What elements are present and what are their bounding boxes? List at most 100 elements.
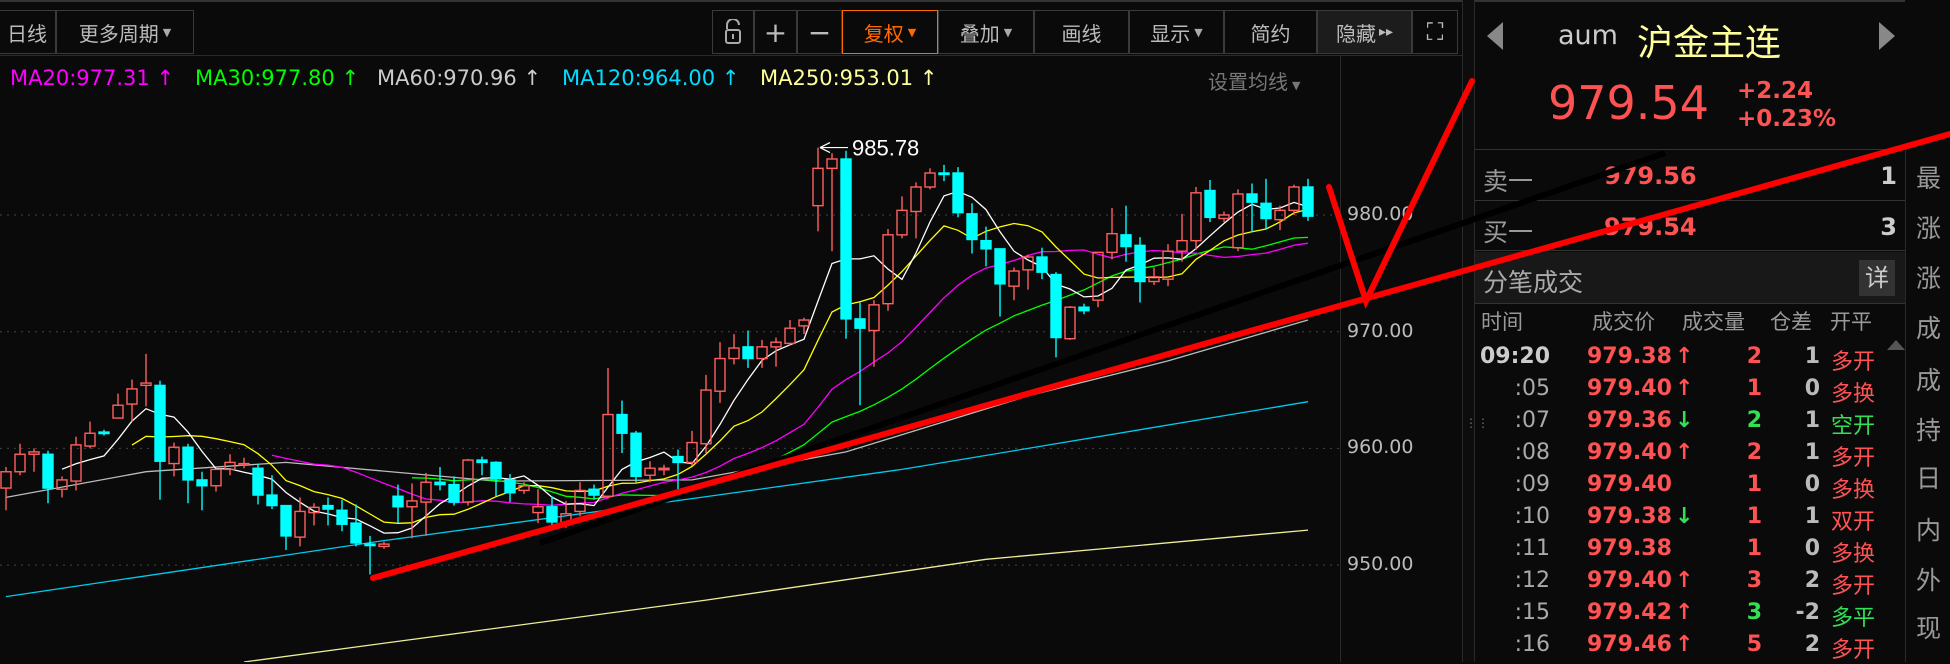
price-change-pct: +0.23% bbox=[1737, 106, 1837, 132]
tick-direction-icon: ↑ bbox=[1675, 344, 1694, 369]
stat-label: 内 bbox=[1916, 516, 1942, 545]
tick-type: 多开 bbox=[1831, 638, 1876, 663]
next-contract-icon[interactable] bbox=[1879, 22, 1895, 50]
candle-down bbox=[1050, 273, 1062, 339]
candle-up bbox=[784, 327, 796, 345]
candle-down bbox=[434, 481, 446, 486]
candle-down bbox=[1260, 202, 1272, 220]
candle-down bbox=[952, 172, 964, 214]
tick-time: :10 bbox=[1514, 504, 1550, 529]
display-dropdown[interactable]: 显示 ▼ bbox=[1129, 10, 1224, 54]
candle-down bbox=[98, 431, 110, 435]
col-open-close: 开平 bbox=[1830, 310, 1872, 334]
candle-up bbox=[812, 167, 824, 207]
tick-volume: 1 bbox=[1746, 376, 1762, 401]
candle-up bbox=[714, 357, 726, 392]
candle-up bbox=[210, 468, 222, 487]
ticks-column-headers: 时间 成交价 成交量 仓差 开平 bbox=[1475, 306, 1905, 336]
display-label: 显示 bbox=[1150, 21, 1191, 46]
adjust-label: 复权 bbox=[863, 21, 904, 46]
tick-type: 空开 bbox=[1831, 414, 1876, 439]
tick-time: :12 bbox=[1514, 568, 1550, 593]
candle-up bbox=[770, 341, 782, 348]
tick-oi-change: 1 bbox=[1804, 344, 1820, 369]
detail-button[interactable]: 详 bbox=[1859, 260, 1895, 296]
candle-down bbox=[616, 413, 628, 434]
candle-up bbox=[826, 158, 838, 170]
ask-row: 卖一 979.56 1 bbox=[1475, 149, 1905, 201]
tick-oi-change: 2 bbox=[1804, 632, 1820, 657]
zoom-out-button[interactable]: − bbox=[797, 10, 842, 54]
bid-price: 979.54 bbox=[1604, 213, 1697, 241]
candle-up bbox=[168, 446, 180, 465]
candle-down bbox=[266, 494, 278, 507]
candle-up bbox=[28, 451, 40, 455]
stat-label: 成 bbox=[1916, 314, 1942, 343]
chevron-down-icon: ▼ bbox=[1194, 25, 1203, 39]
panel-splitter[interactable]: ⋮⋮ bbox=[1462, 0, 1489, 662]
tick-volume: 2 bbox=[1746, 440, 1762, 465]
candle-down bbox=[448, 483, 460, 503]
zoom-in-button[interactable]: + bbox=[754, 10, 797, 54]
candle-down bbox=[840, 158, 852, 320]
tick-direction-icon: ↑ bbox=[1675, 632, 1694, 657]
tick-row: 09:20 979.38 ↑ 2 1 多开 bbox=[1475, 342, 1905, 375]
tick-row: :08 979.40 ↑ 2 1 多开 bbox=[1475, 438, 1905, 471]
tick-row: :10 979.38 ↓ 1 1 双开 bbox=[1475, 502, 1905, 535]
tick-price: 979.40 bbox=[1587, 472, 1672, 497]
candle-down bbox=[504, 479, 516, 494]
col-price: 成交价 bbox=[1592, 310, 1655, 334]
tick-time: :07 bbox=[1514, 408, 1550, 433]
candle-up bbox=[574, 489, 586, 513]
tick-oi-change: 2 bbox=[1804, 568, 1820, 593]
simple-label: 简约 bbox=[1250, 21, 1291, 46]
candlestick-chart[interactable]: 985.78 bbox=[0, 56, 1340, 662]
fullscreen-button[interactable]: ⛶ bbox=[1412, 10, 1458, 54]
tick-type: 多平 bbox=[1831, 606, 1876, 631]
tick-volume: 1 bbox=[1746, 472, 1762, 497]
tick-price: 979.42 bbox=[1587, 600, 1672, 625]
candle-down bbox=[476, 459, 488, 464]
tick-type: 多开 bbox=[1831, 446, 1876, 471]
candle-up bbox=[294, 510, 306, 538]
chevron-down-icon: ▼ bbox=[162, 25, 172, 39]
candle-up bbox=[798, 319, 810, 327]
lock-button[interactable] bbox=[712, 10, 754, 54]
tick-time: :16 bbox=[1514, 632, 1550, 657]
candle-up bbox=[910, 186, 922, 213]
candle-down bbox=[854, 318, 866, 329]
more-periods-dropdown[interactable]: 更多周期 ▼ bbox=[56, 10, 194, 54]
candle-up bbox=[602, 413, 614, 497]
candle-up bbox=[644, 467, 656, 476]
candle-down bbox=[154, 384, 166, 462]
tick-type: 多开 bbox=[1831, 350, 1876, 375]
simple-button[interactable]: 简约 bbox=[1224, 10, 1317, 54]
overlay-dropdown[interactable]: 叠加 ▼ bbox=[938, 10, 1034, 54]
candle-down bbox=[1036, 256, 1048, 273]
candle-down bbox=[672, 455, 684, 464]
tick-oi-change: 0 bbox=[1804, 536, 1820, 561]
tick-time: :09 bbox=[1514, 472, 1550, 497]
tick-direction-icon: ↓ bbox=[1675, 408, 1694, 433]
adjust-dropdown[interactable]: 复权 ▼ bbox=[842, 10, 938, 54]
candle-up bbox=[728, 347, 740, 360]
tab-daily[interactable]: 日线 bbox=[0, 10, 56, 54]
candle-up bbox=[868, 304, 880, 332]
candle-down bbox=[980, 239, 992, 250]
tick-price: 979.40 bbox=[1587, 376, 1672, 401]
minus-icon: − bbox=[807, 15, 832, 49]
candle-down bbox=[364, 543, 376, 547]
candle-up bbox=[896, 209, 908, 236]
candle-down bbox=[938, 172, 950, 176]
price-axis: 980.00 970.00 960.00 950.00 bbox=[1340, 56, 1462, 662]
stat-label: 现 bbox=[1916, 614, 1942, 643]
prev-contract-icon[interactable] bbox=[1487, 22, 1503, 50]
candle-down bbox=[1134, 244, 1146, 283]
tick-price: 979.38 bbox=[1587, 536, 1672, 561]
col-oi-change: 仓差 bbox=[1770, 310, 1812, 334]
price-axis-label: 970.00 bbox=[1347, 319, 1414, 342]
draw-line-button[interactable]: 画线 bbox=[1034, 10, 1129, 54]
candle-down bbox=[546, 506, 558, 523]
hide-button[interactable]: 隐藏 ▸▸ bbox=[1317, 10, 1412, 54]
ticks-header: 分笔成交 详 bbox=[1475, 252, 1905, 304]
